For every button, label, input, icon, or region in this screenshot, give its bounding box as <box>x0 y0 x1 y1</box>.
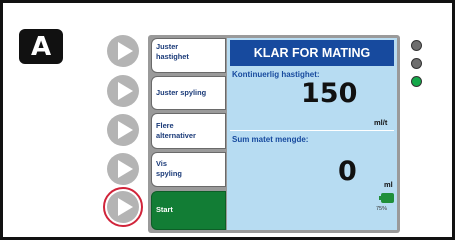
softkey-more-options[interactable]: Flere alternativer <box>151 113 226 149</box>
rate-value: 150 <box>301 78 358 109</box>
main-display <box>227 38 397 230</box>
softkey-label: Juster spyling <box>156 88 207 97</box>
battery-icon <box>379 193 394 203</box>
indicator-led-3 <box>411 76 422 87</box>
rate-unit: ml/t <box>374 118 388 127</box>
softkey-label: Flere <box>156 121 174 130</box>
indicator-led-2 <box>411 58 422 69</box>
softkey-label: Vis <box>156 159 167 168</box>
highlight-ring <box>103 187 143 227</box>
softkey-label: Start <box>156 205 173 214</box>
status-title: KLAR FOR MATING <box>230 40 394 66</box>
panel-label: A <box>19 29 63 64</box>
battery-level: 75% <box>376 206 388 212</box>
volume-unit: ml <box>384 180 393 189</box>
softkey-label: alternativer <box>156 130 196 140</box>
softkey-start[interactable]: Start <box>151 191 226 230</box>
softkey-adjust-rate[interactable]: Juster hastighet <box>151 38 226 73</box>
softkey-label: Juster <box>156 42 179 51</box>
softkey-label: spyling <box>156 168 182 178</box>
hard-button-1[interactable] <box>106 34 140 68</box>
softkey-label: hastighet <box>156 51 189 61</box>
indicator-led-1 <box>411 40 422 51</box>
volume-label: Sum matet mengde: <box>232 135 309 144</box>
softkey-adjust-flush[interactable]: Juster spyling <box>151 76 226 110</box>
divider <box>230 130 394 131</box>
hard-button-3[interactable] <box>106 113 140 147</box>
hard-button-2[interactable] <box>106 74 140 108</box>
hard-button-4[interactable] <box>106 152 140 186</box>
softkey-show-flush[interactable]: Vis spyling <box>151 152 226 187</box>
volume-value: 0 <box>338 156 357 187</box>
